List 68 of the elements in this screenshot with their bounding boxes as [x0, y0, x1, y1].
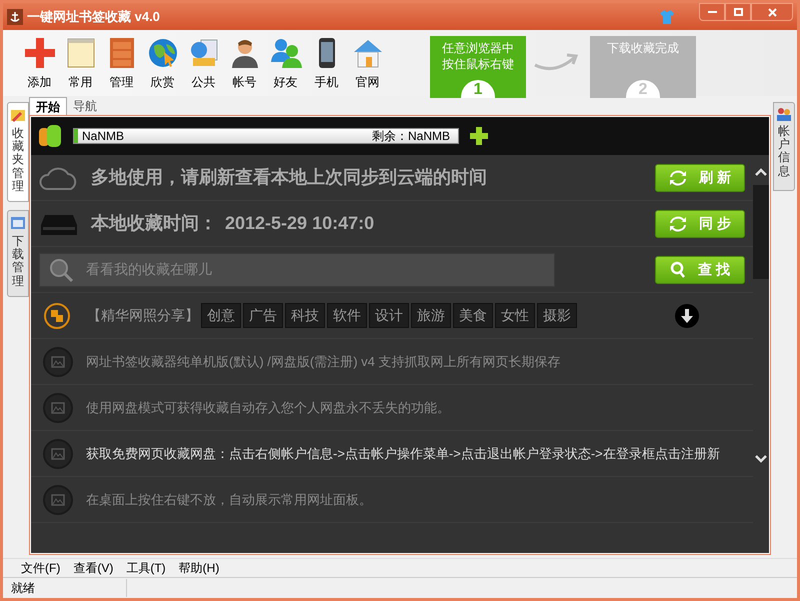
menu-item[interactable]: 帮助(H) [178, 559, 220, 577]
toolbar-button[interactable]: 常用 [60, 36, 101, 90]
tag-button[interactable]: 设计 [369, 303, 409, 328]
local-time-value: 2012-5-29 10:47:0 [225, 212, 376, 235]
scrollbar-thumb[interactable] [753, 185, 769, 279]
toolbar-button[interactable]: 添加 [19, 36, 60, 90]
menu-item[interactable]: 文件(F) [21, 559, 60, 577]
toolbar-button[interactable]: 欣赏 [142, 36, 183, 90]
toolbar-button[interactable]: 手机 [306, 36, 347, 90]
search-box[interactable]: 看看我的收藏在哪儿 [39, 252, 555, 286]
local-time-label: 本地收藏时间： [91, 212, 217, 235]
toolbar-button[interactable]: 公共 [183, 36, 224, 90]
plus-icon [22, 36, 56, 70]
users-icon [776, 107, 792, 121]
sync-icon [669, 216, 688, 232]
close-icon [768, 8, 776, 16]
cloud-icon [39, 164, 79, 190]
folder-icon [10, 107, 26, 123]
toolbar-button[interactable]: 管理 [101, 36, 142, 90]
tag-button[interactable]: 旅游 [411, 303, 451, 328]
tip-text: 网址书签收藏器纯单机版(默认) /网盘版(需注册) v4 支持抓取网上所有网页长期保存 [86, 352, 560, 371]
sync-message: 多地使用，请刷新查看本地上次同步到云端的时间 [91, 166, 488, 189]
search-input[interactable]: 看看我的收藏在哪儿 [86, 259, 546, 280]
tag-button[interactable]: 科技 [285, 303, 325, 328]
tab[interactable]: 开始 [29, 97, 67, 115]
sync-icon [669, 170, 688, 186]
tag-button[interactable]: 女性 [495, 303, 535, 328]
database-icon [37, 123, 63, 149]
tag-button[interactable]: 广告 [243, 303, 283, 328]
search-icon [670, 260, 686, 278]
minimize-button[interactable] [699, 3, 725, 21]
tip-text: 获取免费网页收藏网盘：点击右侧帐户信息->点击帐户操作菜单->点击退出帐户登录状态->在登录框点击注册新 [86, 444, 720, 463]
toolbar-button[interactable]: 好友 [265, 36, 306, 90]
side-tab[interactable]: 下载管理 [7, 210, 29, 297]
tab[interactable]: 导航 [67, 97, 103, 115]
window-icon [10, 214, 26, 231]
tip-text: 使用网盘模式可获得收藏自动存入您个人网盘永不丢失的功能。 [86, 398, 450, 417]
menu-item[interactable]: 查看(V) [73, 559, 114, 577]
step-text: 任意浏览器中 [442, 40, 514, 56]
step-text: 按住鼠标右键 [442, 56, 514, 72]
step-text: 下载收藏完成 [607, 40, 679, 56]
tag-button[interactable]: 美食 [453, 303, 493, 328]
tag-button[interactable]: 摄影 [537, 303, 577, 328]
window-title: 一键网址书签收藏 v4.0 [27, 8, 160, 26]
step-number: 1 [461, 80, 495, 98]
storage-remaining: 剩余：NaNMB [372, 128, 450, 145]
tag-button[interactable]: 创意 [201, 303, 241, 328]
image-icon [43, 438, 73, 468]
add-icon[interactable] [469, 126, 489, 146]
app-icon [7, 8, 23, 24]
tag-button[interactable]: 软件 [327, 303, 367, 328]
menu-item[interactable]: 工具(T) [126, 559, 166, 577]
close-button[interactable] [751, 3, 793, 21]
status-text: 就绪 [3, 579, 127, 597]
storage-used: NaNMB [82, 128, 124, 145]
download-icon[interactable] [675, 304, 699, 328]
share-icon [43, 302, 71, 330]
toolbar-button[interactable]: 帐号 [224, 36, 265, 90]
image-icon [43, 484, 73, 514]
tip-text: 在桌面上按住右键不放，自动展示常用网址面板。 [86, 490, 372, 509]
toolbar-button[interactable]: 官网 [347, 36, 388, 90]
side-tab[interactable]: 收藏夹管理 [7, 102, 29, 202]
image-icon [43, 346, 73, 376]
side-tab[interactable]: 帐户信息 [773, 102, 795, 191]
maximize-button[interactable] [725, 3, 751, 21]
image-icon [43, 392, 73, 422]
search-icon [48, 256, 74, 282]
share-label: 【精华网照分享】 [87, 306, 199, 325]
